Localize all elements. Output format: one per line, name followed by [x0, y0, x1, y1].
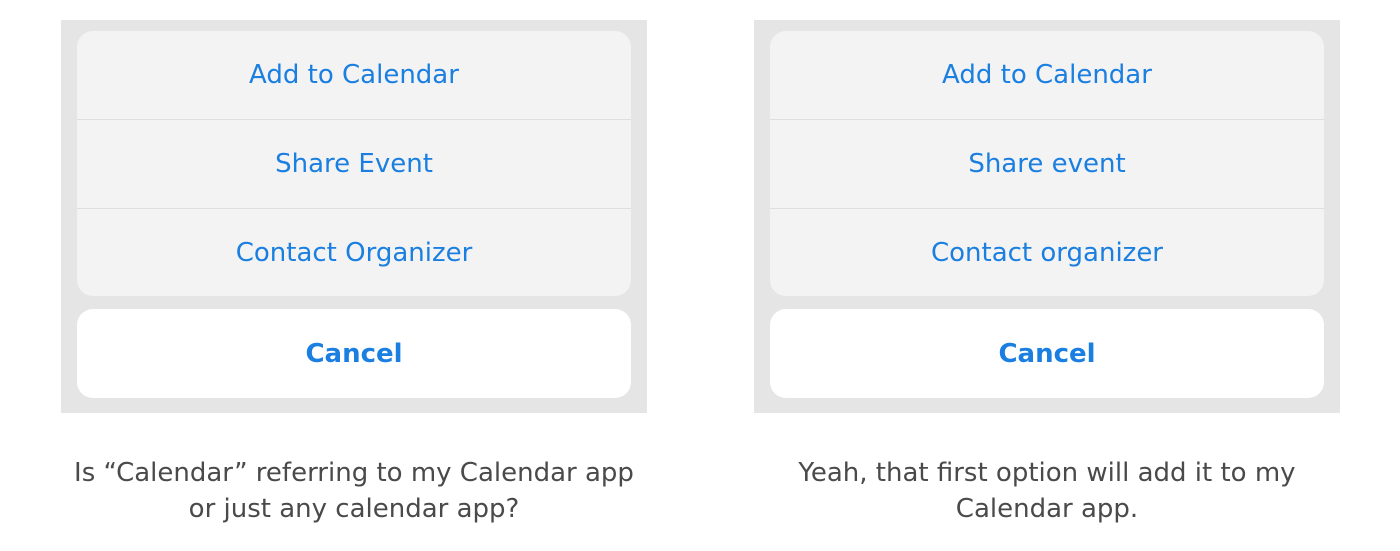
- left-caption-line-2: or just any calendar app?: [188, 494, 520, 524]
- left-caption: Is “Calendar” referring to my Calendar a…: [34, 455, 674, 527]
- right-share-event-button[interactable]: Share event: [770, 119, 1324, 208]
- left-share-event-button[interactable]: Share Event: [77, 119, 631, 208]
- right-contact-organizer-button[interactable]: Contact organizer: [770, 208, 1324, 296]
- left-caption-line-1: Is “Calendar” referring to my Calendar a…: [74, 458, 634, 488]
- right-caption: Yeah, that first option will add it to m…: [727, 455, 1367, 527]
- right-cancel-button[interactable]: Cancel: [770, 309, 1324, 398]
- right-action-group: Add to Calendar Share event Contact orga…: [770, 31, 1324, 296]
- left-contact-organizer-button[interactable]: Contact Organizer: [77, 208, 631, 296]
- left-action-group: Add to Calendar Share Event Contact Orga…: [77, 31, 631, 296]
- right-caption-line-1: Yeah, that first option will add it to m…: [798, 458, 1296, 488]
- left-action-sheet-panel: Add to Calendar Share Event Contact Orga…: [61, 20, 647, 413]
- left-cancel-button[interactable]: Cancel: [77, 309, 631, 398]
- right-caption-line-2: Calendar app.: [955, 494, 1139, 524]
- right-action-sheet-panel: Add to Calendar Share event Contact orga…: [754, 20, 1340, 413]
- left-add-to-calendar-button[interactable]: Add to Calendar: [77, 31, 631, 119]
- right-add-to-calendar-button[interactable]: Add to Calendar: [770, 31, 1324, 119]
